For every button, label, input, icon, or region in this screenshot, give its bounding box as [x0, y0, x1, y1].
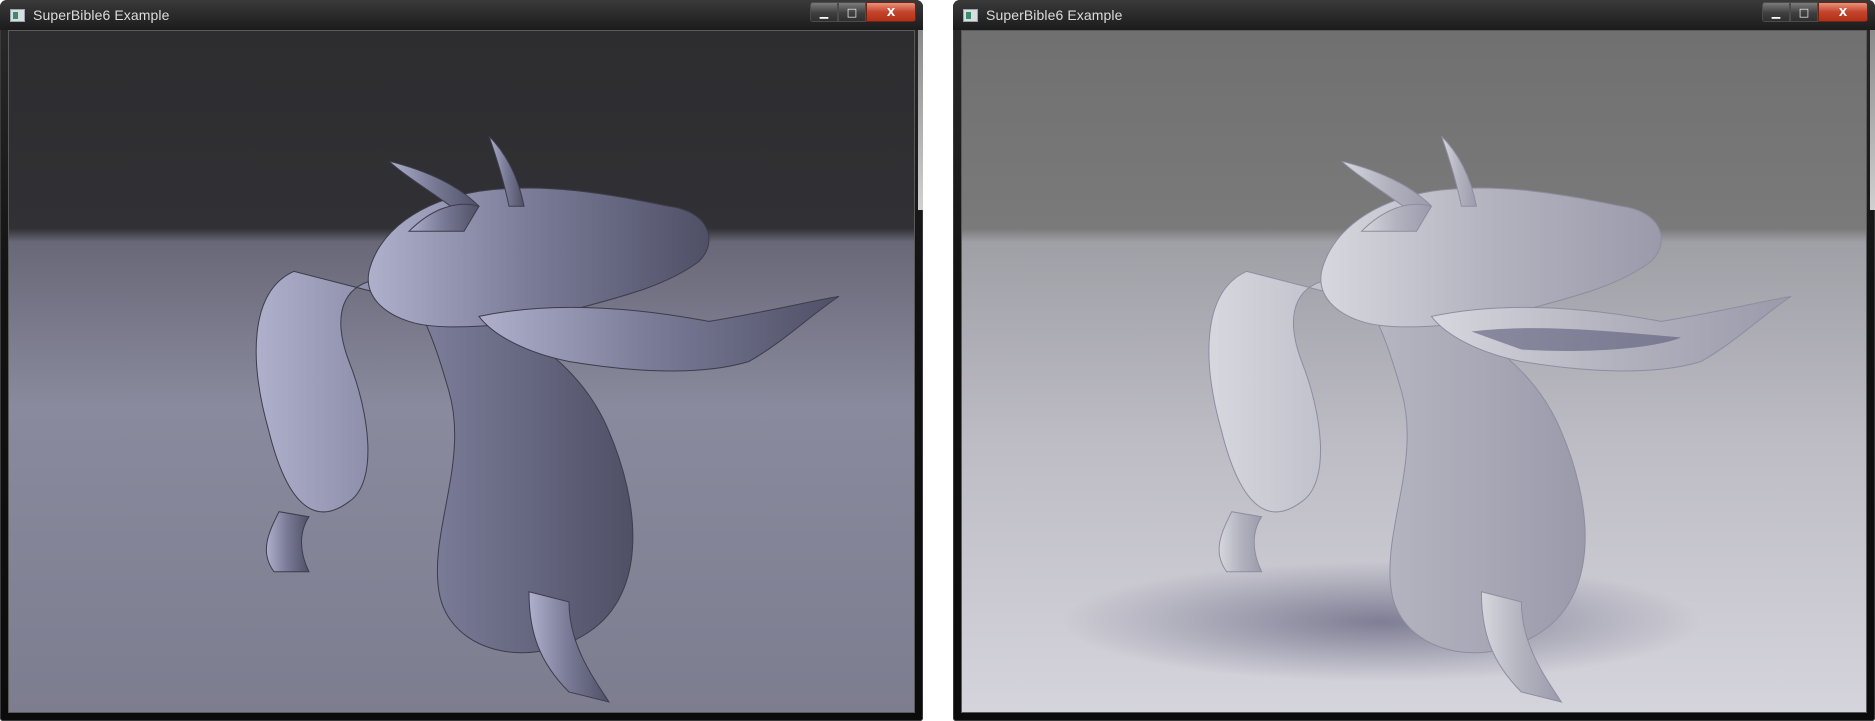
- title-bar[interactable]: SuperBible6 Example ▁ □ X: [0, 0, 923, 30]
- title-bar[interactable]: SuperBible6 Example ▁ □ X: [953, 0, 1875, 30]
- app-icon[interactable]: [10, 9, 25, 22]
- window-left: SuperBible6 Example ▁ □ X: [0, 0, 923, 721]
- app-icon[interactable]: [963, 9, 978, 22]
- maximize-button[interactable]: □: [838, 2, 866, 22]
- render-viewport[interactable]: [961, 30, 1867, 713]
- window-controls: ▁ □ X: [810, 2, 916, 22]
- dragon-render: [255, 135, 840, 703]
- dragon-render: [1061, 135, 1792, 703]
- window-right: SuperBible6 Example ▁ □ X: [953, 0, 1875, 721]
- maximize-button[interactable]: □: [1790, 2, 1818, 22]
- window-edge: [1870, 30, 1875, 210]
- minimize-button[interactable]: ▁: [810, 2, 838, 22]
- render-viewport[interactable]: [8, 30, 915, 713]
- window-controls: ▁ □ X: [1762, 2, 1868, 22]
- minimize-button[interactable]: ▁: [1762, 2, 1790, 22]
- close-button[interactable]: X: [1818, 2, 1868, 22]
- window-edge: [918, 30, 923, 210]
- close-button[interactable]: X: [866, 2, 916, 22]
- window-title: SuperBible6 Example: [986, 7, 1123, 23]
- window-title: SuperBible6 Example: [33, 7, 170, 23]
